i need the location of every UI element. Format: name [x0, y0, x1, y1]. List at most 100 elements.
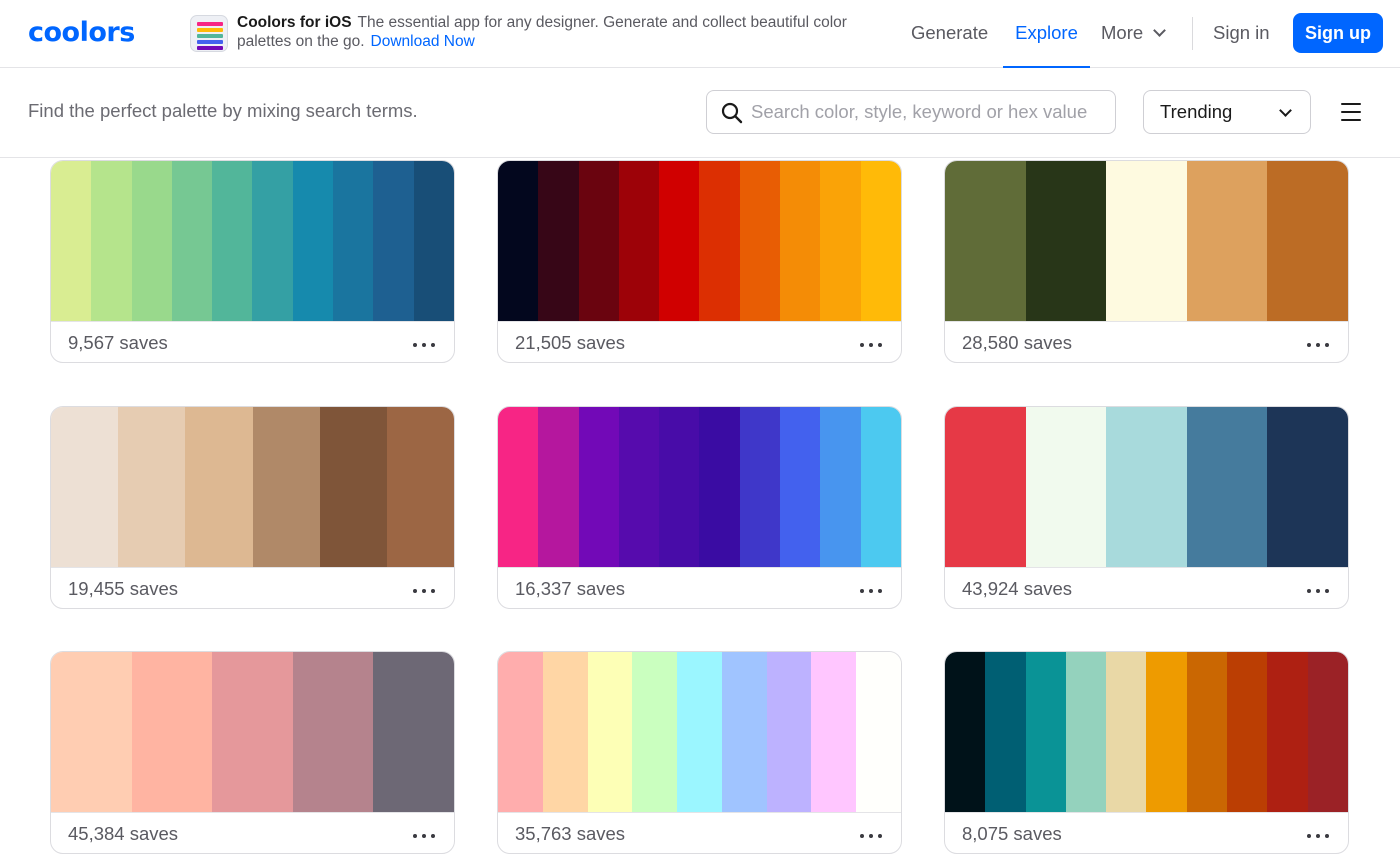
color-swatch[interactable] [945, 652, 986, 812]
color-swatch[interactable] [51, 407, 119, 567]
color-swatch[interactable] [1106, 407, 1187, 567]
more-options-icon[interactable] [858, 825, 884, 845]
more-options-icon[interactable] [858, 334, 884, 354]
color-swatch[interactable] [498, 161, 539, 321]
ios-app-thumbnail[interactable] [190, 15, 228, 52]
color-swatch[interactable] [319, 407, 387, 567]
color-swatch[interactable] [659, 407, 700, 567]
color-swatch[interactable] [212, 652, 293, 812]
color-swatch[interactable] [820, 161, 861, 321]
color-swatch[interactable] [333, 161, 374, 321]
palette-card[interactable]: 16,337 saves [497, 406, 902, 609]
palette-card[interactable]: 21,505 saves [497, 160, 902, 363]
color-swatch[interactable] [632, 652, 678, 812]
color-swatch[interactable] [1227, 652, 1268, 812]
hamburger-menu-icon[interactable] [1341, 103, 1361, 121]
color-swatch[interactable] [131, 161, 172, 321]
coolors-logo[interactable]: coolors [28, 16, 135, 50]
color-swatch[interactable] [780, 161, 821, 321]
color-swatch[interactable] [292, 652, 374, 812]
color-swatch[interactable] [212, 161, 253, 321]
color-swatch[interactable] [131, 652, 213, 812]
download-now-link[interactable]: Download Now [371, 33, 475, 50]
more-options-icon[interactable] [1305, 334, 1331, 354]
color-swatch[interactable] [1307, 652, 1348, 812]
color-swatch[interactable] [860, 161, 901, 321]
sign-up-button[interactable]: Sign up [1293, 13, 1383, 53]
color-swatch[interactable] [386, 407, 454, 567]
color-swatch[interactable] [699, 407, 740, 567]
color-swatch[interactable] [766, 652, 812, 812]
color-swatch[interactable] [118, 407, 186, 567]
color-swatch[interactable] [1065, 652, 1107, 812]
color-swatch[interactable] [985, 652, 1026, 812]
palette-card[interactable]: 43,924 saves [944, 406, 1349, 609]
color-swatch[interactable] [542, 652, 588, 812]
color-swatch[interactable] [498, 407, 539, 567]
color-swatch[interactable] [1025, 652, 1066, 812]
color-swatch[interactable] [860, 407, 901, 567]
color-swatch[interactable] [185, 407, 253, 567]
color-swatch[interactable] [739, 407, 781, 567]
palette-card[interactable]: 19,455 saves [50, 406, 455, 609]
palette-card[interactable]: 45,384 saves [50, 651, 455, 854]
palette-card[interactable]: 35,763 saves [497, 651, 902, 854]
color-swatch[interactable] [171, 161, 213, 321]
search-box[interactable] [706, 90, 1116, 134]
color-swatch[interactable] [856, 652, 901, 812]
color-swatch[interactable] [618, 407, 660, 567]
color-swatch[interactable] [699, 161, 740, 321]
palette-card[interactable]: 9,567 saves [50, 160, 455, 363]
nav-generate[interactable]: Generate [911, 0, 988, 68]
more-options-icon[interactable] [1305, 825, 1331, 845]
color-swatch[interactable] [373, 652, 454, 812]
color-swatch[interactable] [1267, 161, 1348, 321]
more-options-icon[interactable] [858, 580, 884, 600]
color-swatch[interactable] [1025, 161, 1107, 321]
color-swatch[interactable] [292, 161, 334, 321]
color-swatch[interactable] [721, 652, 767, 812]
color-swatch[interactable] [739, 161, 781, 321]
color-swatch[interactable] [538, 161, 579, 321]
color-swatch[interactable] [587, 652, 633, 812]
color-swatch[interactable] [1106, 161, 1187, 321]
color-swatch[interactable] [91, 161, 132, 321]
color-swatch[interactable] [618, 161, 660, 321]
color-swatch[interactable] [538, 407, 579, 567]
color-swatch[interactable] [578, 407, 619, 567]
color-swatch[interactable] [1186, 652, 1228, 812]
color-swatch[interactable] [820, 407, 861, 567]
more-options-icon[interactable] [411, 580, 437, 600]
more-options-icon[interactable] [1305, 580, 1331, 600]
color-swatch[interactable] [1106, 652, 1147, 812]
color-swatch[interactable] [1267, 407, 1348, 567]
color-swatch[interactable] [811, 652, 857, 812]
color-swatch[interactable] [1025, 407, 1107, 567]
color-swatch[interactable] [659, 161, 700, 321]
color-swatch[interactable] [413, 161, 454, 321]
more-options-icon[interactable] [411, 334, 437, 354]
color-swatch[interactable] [1267, 652, 1308, 812]
nav-more[interactable]: More [1101, 0, 1167, 68]
color-swatch[interactable] [252, 407, 320, 567]
nav-explore[interactable]: Explore [1003, 0, 1090, 68]
color-swatch[interactable] [373, 161, 414, 321]
sign-in-link[interactable]: Sign in [1213, 0, 1270, 68]
color-swatch[interactable] [945, 161, 1026, 321]
color-swatch[interactable] [945, 407, 1026, 567]
color-swatch[interactable] [51, 652, 132, 812]
color-swatch[interactable] [252, 161, 293, 321]
search-input[interactable] [751, 92, 1107, 132]
palette-card[interactable]: 8,075 saves [944, 651, 1349, 854]
color-swatch[interactable] [1186, 407, 1268, 567]
color-swatch[interactable] [677, 652, 722, 812]
color-swatch[interactable] [578, 161, 619, 321]
more-options-icon[interactable] [411, 825, 437, 845]
color-swatch[interactable] [1186, 161, 1268, 321]
palette-card[interactable]: 28,580 saves [944, 160, 1349, 363]
color-swatch[interactable] [498, 652, 543, 812]
color-swatch[interactable] [780, 407, 821, 567]
color-swatch[interactable] [51, 161, 92, 321]
color-swatch[interactable] [1146, 652, 1187, 812]
sort-dropdown[interactable]: Trending [1143, 90, 1311, 134]
